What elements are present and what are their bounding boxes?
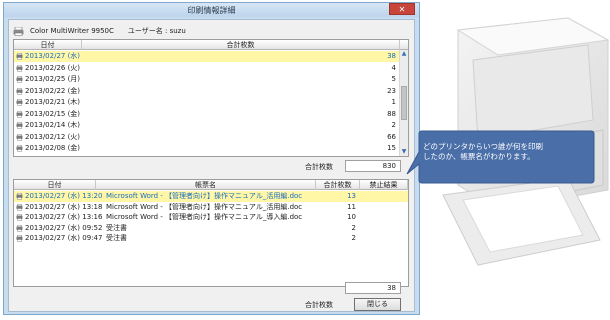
table-row[interactable]: 2013/02/27 (水) 13:16 Microsoft Word - 【管理… xyxy=(14,212,408,223)
row-document: Microsoft Word - 【管理者向け】操作マニュアル_活用編.doc xyxy=(106,202,303,211)
row-datetime: 2013/02/27 (水) 09:52 xyxy=(25,223,103,232)
table-row[interactable]: 2013/02/12 (火) 66 xyxy=(14,132,408,143)
daily-totals-table[interactable]: 日付 合計枚数 2013/02/27 (水) 38 2013/02/26 (火) 4 2… xyxy=(13,39,409,157)
row-date: 2013/02/15 (金) xyxy=(25,109,81,118)
print-jobs-table[interactable]: 日付 帳票名 合計枚数 禁止結果 2013/02/27 (水) 13:20 Mic… xyxy=(13,179,409,287)
row-count: 2 xyxy=(351,234,356,242)
row-count: 38 xyxy=(387,52,396,60)
row-date: 2013/02/12 (火) xyxy=(25,132,81,141)
row-count: 4 xyxy=(391,63,396,72)
callout-text: どのプリンタからいつ誰が何を印刷 したのか、帳票名がわかります。 xyxy=(423,142,583,162)
row-count: 13 xyxy=(347,192,356,200)
row-result xyxy=(362,223,406,234)
row-result xyxy=(362,202,406,213)
row-count: 66 xyxy=(387,132,396,141)
print-job-icon xyxy=(16,235,23,242)
row-count: 5 xyxy=(391,75,396,83)
table-row[interactable]: 2013/02/14 (木) 2 xyxy=(14,120,408,131)
print-detail-window: 印刷情報詳細 ✕ Color MultiWriter 9950C ユーザー名 :… xyxy=(3,2,420,315)
daily-total-value: 830 xyxy=(345,160,401,172)
row-count: 10 xyxy=(347,213,356,221)
row-document: Microsoft Word - 【管理者向け】操作マニュアル_導入編.doc xyxy=(106,213,303,221)
daily-total-label: 合計枚数 xyxy=(305,163,333,171)
printer-icon xyxy=(13,26,24,36)
column-header-date[interactable]: 日付 xyxy=(14,40,82,50)
print-job-icon xyxy=(16,145,23,152)
row-date: 2013/02/25 (月) xyxy=(25,75,81,83)
column-header-document[interactable]: 帳票名 xyxy=(96,180,316,190)
row-result xyxy=(362,212,406,223)
table-row[interactable]: 2013/02/27 (水) 13:20 Microsoft Word - 【管理… xyxy=(14,191,408,202)
print-job-icon xyxy=(16,133,23,141)
row-document: 受注書 xyxy=(106,234,127,242)
callout-line-1: どのプリンタからいつ誰が何を印刷 xyxy=(423,142,543,151)
table-row[interactable]: 2013/02/21 (木) 1 xyxy=(14,97,408,108)
print-job-icon xyxy=(16,110,23,118)
print-job-icon xyxy=(16,64,23,72)
table-row[interactable]: 2013/02/15 (金) 88 xyxy=(14,109,408,120)
row-document: 受注書 xyxy=(106,223,127,232)
printer-name: Color MultiWriter 9950C xyxy=(30,27,114,35)
print-job-icon xyxy=(16,224,23,232)
table-row[interactable]: 2013/02/08 (金) 15 xyxy=(14,143,408,154)
row-count: 11 xyxy=(347,202,356,211)
print-job-icon xyxy=(16,214,23,221)
row-result xyxy=(362,233,406,244)
row-count: 23 xyxy=(387,86,396,95)
print-job-icon xyxy=(16,99,23,106)
print-job-icon xyxy=(16,87,23,95)
callout-line-2: したのか、帳票名がわかります。 xyxy=(423,152,535,161)
table-row[interactable]: 2013/02/27 (水) 09:52 受注書 2 xyxy=(14,223,408,234)
window-client: Color MultiWriter 9950C ユーザー名 : suzu 日付 … xyxy=(8,19,415,312)
table-row[interactable]: 2013/02/27 (水) 09:47 受注書 2 xyxy=(14,233,408,244)
column-header-result[interactable]: 禁止結果 xyxy=(360,180,408,190)
row-date: 2013/02/27 (水) xyxy=(25,52,81,60)
job-total-value: 38 xyxy=(345,282,401,294)
row-count: 2 xyxy=(391,121,396,129)
column-header-datetime[interactable]: 日付 xyxy=(14,180,96,190)
row-datetime: 2013/02/27 (水) 13:16 xyxy=(25,213,103,221)
user-name: ユーザー名 : suzu xyxy=(127,27,186,35)
row-date: 2013/02/21 (木) xyxy=(25,98,81,106)
row-count: 15 xyxy=(387,144,396,152)
row-date: 2013/02/22 (金) xyxy=(25,86,81,95)
print-job-icon xyxy=(16,76,23,83)
column-header-total[interactable]: 合計枚数 xyxy=(82,40,400,50)
printer-header: Color MultiWriter 9950C ユーザー名 : suzu xyxy=(13,25,186,37)
row-count: 1 xyxy=(391,98,396,106)
row-date: 2013/02/08 (金) xyxy=(25,144,81,152)
close-button[interactable]: 閉じる xyxy=(354,298,401,311)
row-document: Microsoft Word - 【管理者向け】操作マニュアル_活用編.doc xyxy=(106,192,303,200)
window-close-button[interactable]: ✕ xyxy=(389,3,415,15)
column-header-count[interactable]: 合計枚数 xyxy=(316,180,360,190)
print-job-icon xyxy=(16,53,23,60)
table-row[interactable]: 2013/02/25 (月) 5 xyxy=(14,74,408,85)
row-count: 88 xyxy=(387,109,396,118)
table-header: 日付 帳票名 合計枚数 禁止結果 xyxy=(14,180,408,190)
row-datetime: 2013/02/27 (水) 09:47 xyxy=(25,234,103,242)
scroll-thumb[interactable] xyxy=(401,86,407,120)
print-job-icon xyxy=(16,122,23,129)
table-row[interactable]: 2013/02/26 (火) 4 xyxy=(14,63,408,74)
title-bar: 印刷情報詳細 ✕ xyxy=(4,3,419,17)
row-date: 2013/02/14 (木) xyxy=(25,121,81,129)
table-header: 日付 合計枚数 xyxy=(14,40,408,50)
row-count: 2 xyxy=(351,223,356,232)
stage: 印刷情報詳細 ✕ Color MultiWriter 9950C ユーザー名 :… xyxy=(0,0,610,320)
table-row[interactable]: 2013/02/22 (金) 23 xyxy=(14,86,408,97)
row-result xyxy=(362,191,406,202)
print-job-icon xyxy=(16,203,23,211)
job-total-label: 合計枚数 xyxy=(305,301,333,309)
print-job-icon xyxy=(16,193,23,200)
row-date: 2013/02/26 (火) xyxy=(25,63,81,72)
scroll-up-icon[interactable]: ▲ xyxy=(400,50,408,58)
window-title: 印刷情報詳細 xyxy=(187,6,236,15)
row-datetime: 2013/02/27 (水) 13:20 xyxy=(25,192,103,200)
row-datetime: 2013/02/27 (水) 13:18 xyxy=(25,202,103,211)
table-row[interactable]: 2013/02/27 (水) 13:18 Microsoft Word - 【管理… xyxy=(14,202,408,213)
table-row[interactable]: 2013/02/27 (水) 38 xyxy=(14,51,408,62)
